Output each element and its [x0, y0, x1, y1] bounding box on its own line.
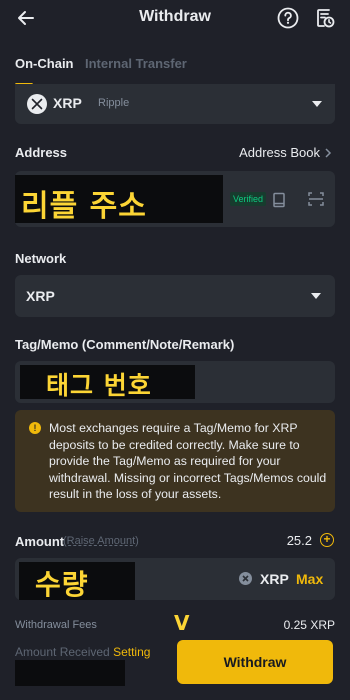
amount-received-label: Amount Received: [15, 645, 110, 659]
amount-value: 수량: [19, 562, 135, 601]
amount-received-value: [15, 660, 125, 686]
address-book-link[interactable]: Address Book: [239, 145, 332, 160]
amount-label: Amount: [15, 534, 65, 549]
help-button[interactable]: [275, 5, 301, 31]
tag-memo-input[interactable]: 태그 번호: [15, 361, 335, 403]
setting-link[interactable]: Setting: [113, 645, 150, 659]
tag-overlay-text: 태그 번호: [46, 371, 152, 400]
xrp-coin-icon: [27, 94, 47, 114]
plus-circle-icon[interactable]: +: [320, 533, 334, 547]
tag-memo-label: Tag/Memo (Comment/Note/Remark): [15, 337, 235, 352]
tab-on-chain[interactable]: On-Chain: [15, 56, 74, 71]
raise-amount-link[interactable]: (Raise Amount): [63, 535, 139, 547]
address-book-label: Address Book: [239, 145, 320, 160]
amount-overlay-text: 수량: [35, 568, 89, 601]
history-button[interactable]: [312, 5, 338, 31]
header: Withdraw: [0, 0, 350, 36]
coin-symbol: XRP: [53, 95, 82, 111]
scan-qr-icon[interactable]: [308, 191, 324, 207]
question-circle-icon: [277, 7, 299, 29]
address-label: Address: [15, 145, 68, 160]
withdrawal-fees-label: Withdrawal Fees: [15, 619, 97, 631]
withdrawal-fees-value: 0.25 XRP: [283, 618, 335, 632]
tab-bar: On-Chain Internal Transfer: [0, 44, 350, 86]
address-book-icon[interactable]: [272, 192, 286, 208]
address-value: 리플 주소: [15, 175, 223, 224]
amount-unit: XRP: [260, 571, 289, 587]
clear-icon[interactable]: [239, 572, 252, 585]
tag-memo-warning: ! Most exchanges require a Tag/Memo for …: [15, 410, 335, 512]
annotation-mark: V: [174, 611, 190, 635]
tag-memo-value: 태그 번호: [20, 365, 195, 400]
warning-icon: !: [29, 422, 41, 434]
network-value: XRP: [26, 288, 55, 304]
chevron-down-icon: [312, 101, 322, 107]
verified-badge: Verified: [230, 192, 267, 206]
amount-received: Amount Received Setting: [15, 645, 150, 659]
coin-selector[interactable]: XRP Ripple: [15, 84, 335, 124]
network-select[interactable]: XRP: [15, 275, 335, 317]
max-button[interactable]: Max: [296, 571, 323, 587]
network-label: Network: [15, 251, 67, 266]
coin-name: Ripple: [98, 97, 130, 109]
warning-text: Most exchanges require a Tag/Memo for XR…: [49, 421, 327, 501]
chevron-down-icon: [311, 293, 321, 299]
chevron-right-icon: [325, 147, 332, 158]
withdraw-button[interactable]: Withdraw: [177, 640, 333, 684]
address-input[interactable]: 리플 주소: [15, 171, 335, 227]
tab-internal-transfer[interactable]: Internal Transfer: [85, 56, 187, 71]
address-overlay-text: 리플 주소: [21, 189, 147, 224]
history-icon: [317, 9, 335, 28]
amount-input[interactable]: 수량 XRP Max: [15, 558, 335, 601]
available-amount: 25.2: [286, 533, 312, 548]
